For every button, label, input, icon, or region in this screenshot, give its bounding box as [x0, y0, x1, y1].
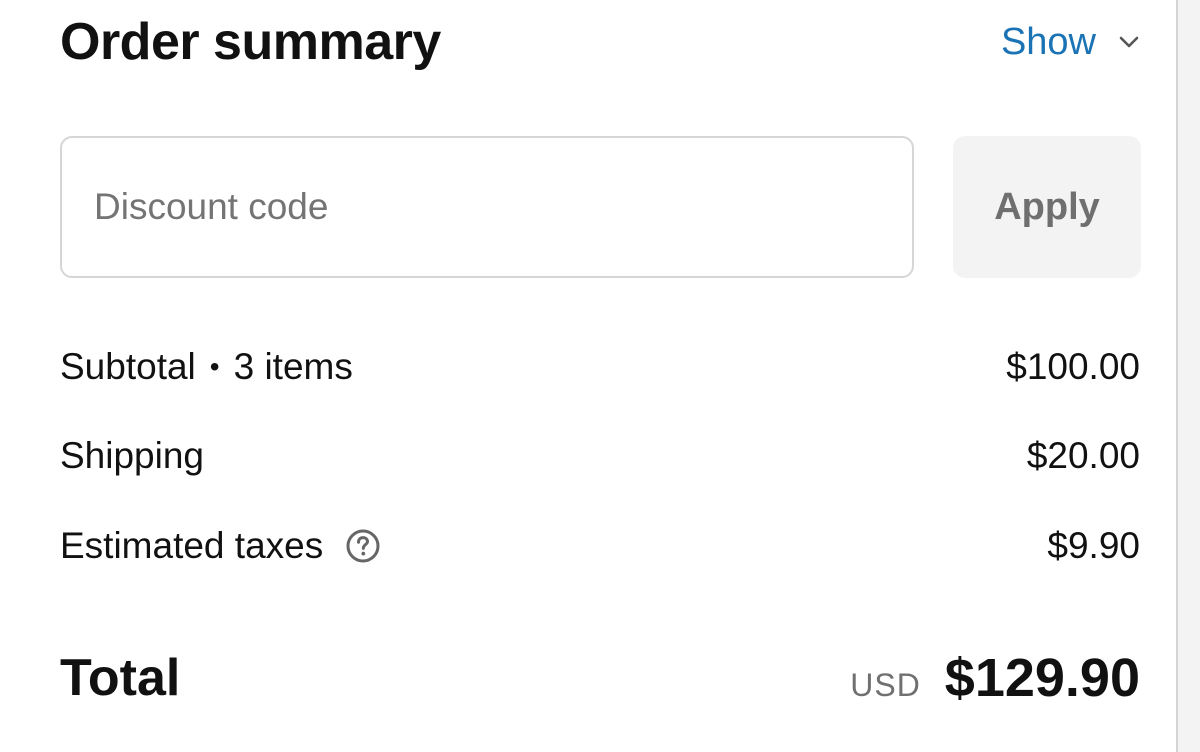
show-summary-label[interactable]: Show	[1001, 21, 1096, 64]
taxes-label: Estimated taxes	[60, 525, 324, 566]
total-label: Total	[60, 649, 181, 707]
currency-code: USD	[850, 667, 921, 703]
taxes-amount: $9.90	[1047, 525, 1140, 566]
taxes-label-group: Estimated taxes	[60, 525, 381, 567]
subtotal-separator: •	[209, 351, 220, 382]
chevron-down-icon[interactable]	[1118, 31, 1140, 53]
show-summary-toggle[interactable]: Show	[1001, 18, 1140, 66]
order-summary-panel: Order summary Show Apply Subtotal • 3 it…	[0, 0, 1200, 752]
shipping-label: Shipping	[60, 435, 205, 476]
subtotal-label-group: Subtotal • 3 items	[60, 346, 353, 388]
subtotal-row: Subtotal • 3 items $100.00	[60, 343, 1140, 391]
total-value-group: USD $129.90	[850, 647, 1140, 709]
total-row: Total USD $129.90	[60, 640, 1140, 716]
subtotal-label: Subtotal	[60, 346, 196, 387]
help-circle-icon[interactable]	[345, 528, 381, 564]
shipping-amount: $20.00	[1026, 435, 1140, 476]
right-edge-divider	[1176, 0, 1200, 752]
discount-code-input[interactable]	[60, 136, 914, 278]
apply-button[interactable]: Apply	[953, 136, 1141, 278]
order-summary-title: Order summary	[60, 13, 441, 71]
subtotal-item-count: 3 items	[233, 346, 353, 387]
total-amount: $129.90	[944, 648, 1140, 708]
shipping-row: Shipping $20.00	[60, 432, 1140, 480]
taxes-row: Estimated taxes $9.90	[60, 522, 1140, 570]
subtotal-amount: $100.00	[1006, 346, 1140, 387]
